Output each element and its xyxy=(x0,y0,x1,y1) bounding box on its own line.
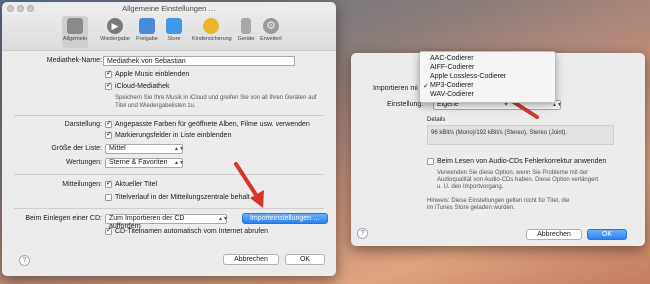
ratings-label: Wertungen: xyxy=(65,159,102,166)
notifications-label: Mitteilungen: xyxy=(62,181,102,188)
marking-fields-checkbox[interactable] xyxy=(105,132,112,139)
checkmark-icon: ✓ xyxy=(423,83,429,90)
store-icon xyxy=(166,18,182,34)
adapted-colors-checkbox[interactable] xyxy=(105,121,112,128)
cd-insert-label: Beim Einlegen einer CD: xyxy=(25,215,102,222)
library-name-field[interactable]: Mediathek von Sebastian xyxy=(103,56,295,66)
divider xyxy=(14,208,324,209)
menu-item-aac[interactable]: AAC-Codierer xyxy=(430,55,474,62)
list-size-label: Größe der Liste: xyxy=(51,145,102,152)
preferences-toolbar: Allgemein ▶ Wiedergabe Freigabe Store Ki… xyxy=(2,14,336,51)
tab-store[interactable]: Store xyxy=(161,16,187,48)
cancel-button[interactable]: Abbrechen xyxy=(223,254,279,265)
details-text: 96 kBit/s (Mono)/192 kBit/s (Stereo), St… xyxy=(431,130,568,136)
setting-label: Einstellung: xyxy=(387,101,424,108)
tab-wiedergabe[interactable]: ▶ Wiedergabe xyxy=(100,16,130,48)
import-with-label: Importieren mi xyxy=(373,85,418,92)
title-history-checkbox[interactable] xyxy=(105,194,112,201)
icloud-label: iCloud-Mediathek xyxy=(115,83,170,90)
tab-label: Store xyxy=(167,36,181,42)
tab-freigabe[interactable]: Freigabe xyxy=(134,16,160,48)
apple-music-checkbox[interactable] xyxy=(105,71,112,78)
share-icon xyxy=(139,18,155,34)
tab-label: Kindersicherung xyxy=(192,36,232,42)
note-line1: Hinweis: Diese Einstellungen gelten nich… xyxy=(427,198,570,204)
tab-geraete[interactable]: Geräte xyxy=(233,16,259,48)
ratings-popup[interactable]: Sterne & Favoriten ▲▼ xyxy=(105,158,184,168)
chevron-updown-icon: ▲▼ xyxy=(218,216,228,222)
tab-allgemein[interactable]: Allgemein xyxy=(62,16,88,48)
list-size-popup[interactable]: Mittel ▲▼ xyxy=(105,144,184,154)
window-title: Allgemeine Einstellungen … xyxy=(122,4,216,13)
error-description-line2: Audioqualität von Audio-CDs haben. Diese… xyxy=(437,177,599,183)
marking-fields-label: Markierungsfelder in Liste einblenden xyxy=(115,132,232,139)
encoder-menu: AAC-Codierer AIFF-Codierer Apple Lossles… xyxy=(419,51,556,103)
gear-icon: ⚙ xyxy=(263,18,279,34)
chevron-updown-icon: ▲▼ xyxy=(174,160,184,166)
help-button[interactable]: ? xyxy=(357,228,368,239)
icloud-checkbox[interactable] xyxy=(105,83,112,90)
tab-label: Allgemein xyxy=(62,36,88,42)
ratings-value: Sterne & Favoriten xyxy=(109,159,168,166)
play-icon: ▶ xyxy=(107,18,123,34)
cd-insert-popup[interactable]: Zum Importieren der CD auffordern ▲▼ xyxy=(105,214,228,230)
divider xyxy=(14,115,324,116)
library-name-label: Mediathek-Name: xyxy=(46,57,102,64)
apple-music-label: Apple Music einblenden xyxy=(115,71,190,78)
menu-item-wav[interactable]: WAV-Codierer xyxy=(430,91,474,98)
icloud-description-line2: Titel und Wiedergabelisten zu. xyxy=(115,103,196,109)
chevron-updown-icon: ▲▼ xyxy=(174,146,184,152)
general-preferences-window: Allgemeine Einstellungen … Allgemein ▶ W… xyxy=(2,2,336,276)
help-button[interactable]: ? xyxy=(19,255,30,266)
title-bar: Allgemeine Einstellungen … xyxy=(2,2,336,14)
error-correction-label: Beim Lesen von Audio-CDs Fehlerkorrektur… xyxy=(437,158,607,165)
annotation-arrow-icon xyxy=(234,162,264,208)
ok-button[interactable]: OK xyxy=(587,229,627,240)
error-correction-checkbox[interactable] xyxy=(427,158,434,165)
icloud-description-line1: Speichern Sie Ihre Musik in iCloud und g… xyxy=(115,95,317,101)
adapted-colors-label: Angepasste Farben für geöffnete Alben, F… xyxy=(115,121,310,128)
tab-label: Erweitert xyxy=(260,36,282,42)
display-label: Darstellung: xyxy=(64,121,102,128)
details-heading: Details xyxy=(427,117,446,123)
cd-titles-checkbox[interactable] xyxy=(105,228,112,235)
devices-icon xyxy=(241,18,251,34)
parental-icon xyxy=(203,18,219,34)
error-description-line1: Verwenden Sie diese Option, wenn Sie Pro… xyxy=(437,170,589,176)
divider xyxy=(14,174,324,175)
menu-item-mp3[interactable]: MP3-Codierer xyxy=(430,82,474,89)
details-box: 96 kBit/s (Mono)/192 kBit/s (Stereo), St… xyxy=(427,125,614,145)
import-settings-button[interactable]: Importeinstellungen … xyxy=(242,213,328,224)
note-line2: im iTunes Store geladen wurden. xyxy=(427,205,515,211)
tab-erweitert[interactable]: ⚙ Erweitert xyxy=(258,16,284,48)
current-title-checkbox[interactable] xyxy=(105,181,112,188)
cancel-button[interactable]: Abbrechen xyxy=(526,229,582,240)
menu-item-aiff[interactable]: AIFF-Codierer xyxy=(430,64,474,71)
error-description-line3: u. U. den Importvorgang. xyxy=(437,184,504,190)
cd-titles-label: CD-Titelnamen automatisch vom Internet a… xyxy=(115,228,269,235)
list-size-value: Mittel xyxy=(109,145,126,152)
menu-item-apple-lossless[interactable]: Apple Lossless-Codierer xyxy=(430,73,506,80)
current-title-label: Aktueller Titel xyxy=(115,181,158,188)
tab-kindersicherung[interactable]: Kindersicherung xyxy=(192,16,232,48)
ok-button[interactable]: OK xyxy=(285,254,325,265)
switch-icon xyxy=(67,18,83,34)
